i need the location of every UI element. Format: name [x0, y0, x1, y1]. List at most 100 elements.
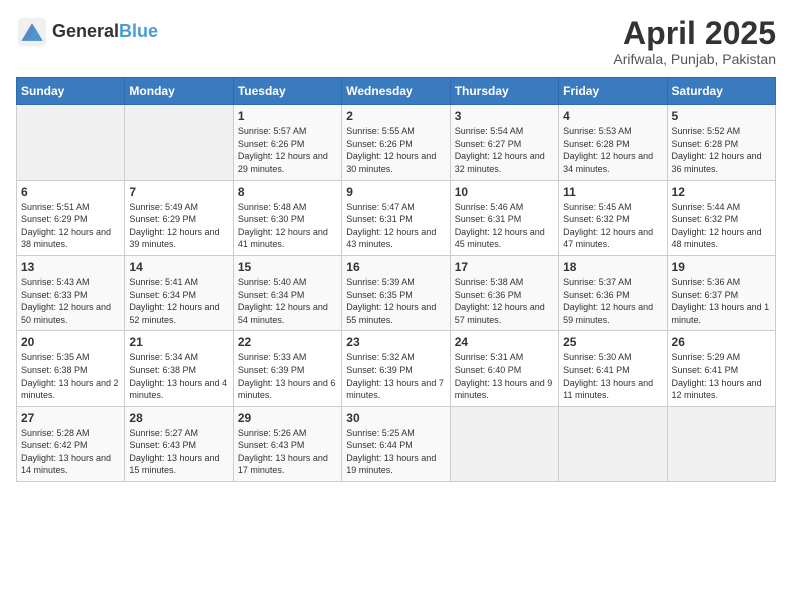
day-number: 19: [672, 260, 771, 274]
day-info: Sunrise: 5:52 AM Sunset: 6:28 PM Dayligh…: [672, 125, 771, 175]
day-cell: 25Sunrise: 5:30 AM Sunset: 6:41 PM Dayli…: [559, 331, 667, 406]
day-number: 6: [21, 185, 120, 199]
day-info: Sunrise: 5:31 AM Sunset: 6:40 PM Dayligh…: [455, 351, 554, 401]
day-number: 22: [238, 335, 337, 349]
weekday-monday: Monday: [125, 78, 233, 105]
day-number: 21: [129, 335, 228, 349]
day-cell: [125, 105, 233, 180]
week-row-5: 27 Sunrise: 5:28 AM Sunset: 6:42 PM Dayli…: [17, 406, 776, 481]
weekday-wednesday: Wednesday: [342, 78, 450, 105]
day-number: 16: [346, 260, 445, 274]
day-cell: 8 Sunrise: 5:48 AM Sunset: 6:30 PM Daylig…: [233, 180, 341, 255]
day-number: 4: [563, 109, 662, 123]
day-cell: 16 Sunrise: 5:39 AM Sunset: 6:35 PM Dayli…: [342, 255, 450, 330]
day-info: Sunrise: 5:55 AM Sunset: 6:26 PM Dayligh…: [346, 125, 445, 175]
day-info: Sunrise: 5:48 AM Sunset: 6:30 PM Dayligh…: [238, 201, 337, 251]
day-number: 28: [129, 411, 228, 425]
week-row-4: 20 Sunrise: 5:35 AM Sunset: 6:38 PM Dayli…: [17, 331, 776, 406]
day-info: Sunrise: 5:27 AM Sunset: 6:43 PM Dayligh…: [129, 427, 228, 477]
day-info: Sunrise: 5:25 AM Sunset: 6:44 PM Dayligh…: [346, 427, 445, 477]
day-cell: 4 Sunrise: 5:53 AM Sunset: 6:28 PM Daylig…: [559, 105, 667, 180]
weekday-thursday: Thursday: [450, 78, 558, 105]
day-cell: 22 Sunrise: 5:33 AM Sunset: 6:39 PM Dayli…: [233, 331, 341, 406]
day-number: 30: [346, 411, 445, 425]
day-number: 5: [672, 109, 771, 123]
day-info: Sunrise: 5:41 AM Sunset: 6:34 PM Dayligh…: [129, 276, 228, 326]
day-cell: 12 Sunrise: 5:44 AM Sunset: 6:32 PM Dayli…: [667, 180, 775, 255]
weekday-friday: Friday: [559, 78, 667, 105]
weekday-sunday: Sunday: [17, 78, 125, 105]
day-cell: 17 Sunrise: 5:38 AM Sunset: 6:36 PM Dayli…: [450, 255, 558, 330]
calendar-body: 1Sunrise: 5:57 AM Sunset: 6:26 PM Daylig…: [17, 105, 776, 482]
day-cell: 14 Sunrise: 5:41 AM Sunset: 6:34 PM Dayli…: [125, 255, 233, 330]
day-cell: 24 Sunrise: 5:31 AM Sunset: 6:40 PM Dayli…: [450, 331, 558, 406]
day-info: Sunrise: 5:39 AM Sunset: 6:35 PM Dayligh…: [346, 276, 445, 326]
month-title: April 2025: [613, 16, 776, 51]
day-info: Sunrise: 5:37 AM Sunset: 6:36 PM Dayligh…: [563, 276, 662, 326]
day-number: 20: [21, 335, 120, 349]
title-block: April 2025 Arifwala, Punjab, Pakistan: [613, 16, 776, 67]
day-info: Sunrise: 5:35 AM Sunset: 6:38 PM Dayligh…: [21, 351, 120, 401]
day-cell: 9 Sunrise: 5:47 AM Sunset: 6:31 PM Daylig…: [342, 180, 450, 255]
day-cell: [667, 406, 775, 481]
day-cell: 6 Sunrise: 5:51 AM Sunset: 6:29 PM Daylig…: [17, 180, 125, 255]
day-cell: 20 Sunrise: 5:35 AM Sunset: 6:38 PM Dayli…: [17, 331, 125, 406]
day-cell: 11 Sunrise: 5:45 AM Sunset: 6:32 PM Dayli…: [559, 180, 667, 255]
day-info: Sunrise: 5:40 AM Sunset: 6:34 PM Dayligh…: [238, 276, 337, 326]
day-info: Sunrise: 5:33 AM Sunset: 6:39 PM Dayligh…: [238, 351, 337, 401]
week-row-2: 6 Sunrise: 5:51 AM Sunset: 6:29 PM Daylig…: [17, 180, 776, 255]
week-row-3: 13 Sunrise: 5:43 AM Sunset: 6:33 PM Dayli…: [17, 255, 776, 330]
weekday-tuesday: Tuesday: [233, 78, 341, 105]
day-info: Sunrise: 5:28 AM Sunset: 6:42 PM Dayligh…: [21, 427, 120, 477]
day-info: Sunrise: 5:26 AM Sunset: 6:43 PM Dayligh…: [238, 427, 337, 477]
day-cell: 19 Sunrise: 5:36 AM Sunset: 6:37 PM Dayli…: [667, 255, 775, 330]
day-number: 17: [455, 260, 554, 274]
day-info: Sunrise: 5:32 AM Sunset: 6:39 PM Dayligh…: [346, 351, 445, 401]
day-number: 13: [21, 260, 120, 274]
day-cell: 18 Sunrise: 5:37 AM Sunset: 6:36 PM Dayli…: [559, 255, 667, 330]
day-info: Sunrise: 5:30 AM Sunset: 6:41 PM Dayligh…: [563, 351, 662, 401]
day-number: 24: [455, 335, 554, 349]
day-info: Sunrise: 5:36 AM Sunset: 6:37 PM Dayligh…: [672, 276, 771, 326]
day-cell: 15 Sunrise: 5:40 AM Sunset: 6:34 PM Dayli…: [233, 255, 341, 330]
day-info: Sunrise: 5:44 AM Sunset: 6:32 PM Dayligh…: [672, 201, 771, 251]
day-cell: 23 Sunrise: 5:32 AM Sunset: 6:39 PM Dayli…: [342, 331, 450, 406]
day-cell: [17, 105, 125, 180]
day-cell: [559, 406, 667, 481]
day-number: 8: [238, 185, 337, 199]
logo-text: GeneralBlue: [52, 22, 158, 42]
day-number: 3: [455, 109, 554, 123]
day-number: 11: [563, 185, 662, 199]
day-cell: 30 Sunrise: 5:25 AM Sunset: 6:44 PM Dayli…: [342, 406, 450, 481]
day-cell: 26Sunrise: 5:29 AM Sunset: 6:41 PM Dayli…: [667, 331, 775, 406]
day-info: Sunrise: 5:29 AM Sunset: 6:41 PM Dayligh…: [672, 351, 771, 401]
day-cell: 5 Sunrise: 5:52 AM Sunset: 6:28 PM Daylig…: [667, 105, 775, 180]
day-cell: 2 Sunrise: 5:55 AM Sunset: 6:26 PM Daylig…: [342, 105, 450, 180]
day-info: Sunrise: 5:46 AM Sunset: 6:31 PM Dayligh…: [455, 201, 554, 251]
day-info: Sunrise: 5:53 AM Sunset: 6:28 PM Dayligh…: [563, 125, 662, 175]
day-cell: 28 Sunrise: 5:27 AM Sunset: 6:43 PM Dayli…: [125, 406, 233, 481]
page-header: GeneralBlue April 2025 Arifwala, Punjab,…: [16, 16, 776, 67]
day-number: 9: [346, 185, 445, 199]
day-number: 2: [346, 109, 445, 123]
day-info: Sunrise: 5:38 AM Sunset: 6:36 PM Dayligh…: [455, 276, 554, 326]
weekday-header-row: SundayMondayTuesdayWednesdayThursdayFrid…: [17, 78, 776, 105]
day-info: Sunrise: 5:47 AM Sunset: 6:31 PM Dayligh…: [346, 201, 445, 251]
day-cell: 27 Sunrise: 5:28 AM Sunset: 6:42 PM Dayli…: [17, 406, 125, 481]
week-row-1: 1Sunrise: 5:57 AM Sunset: 6:26 PM Daylig…: [17, 105, 776, 180]
day-cell: 10Sunrise: 5:46 AM Sunset: 6:31 PM Dayli…: [450, 180, 558, 255]
day-cell: [450, 406, 558, 481]
day-number: 27: [21, 411, 120, 425]
day-info: Sunrise: 5:51 AM Sunset: 6:29 PM Dayligh…: [21, 201, 120, 251]
day-number: 29: [238, 411, 337, 425]
day-info: Sunrise: 5:43 AM Sunset: 6:33 PM Dayligh…: [21, 276, 120, 326]
day-number: 15: [238, 260, 337, 274]
calendar-table: SundayMondayTuesdayWednesdayThursdayFrid…: [16, 77, 776, 482]
day-number: 23: [346, 335, 445, 349]
logo: GeneralBlue: [16, 16, 158, 48]
day-number: 12: [672, 185, 771, 199]
day-info: Sunrise: 5:34 AM Sunset: 6:38 PM Dayligh…: [129, 351, 228, 401]
day-number: 18: [563, 260, 662, 274]
day-number: 14: [129, 260, 228, 274]
day-info: Sunrise: 5:45 AM Sunset: 6:32 PM Dayligh…: [563, 201, 662, 251]
